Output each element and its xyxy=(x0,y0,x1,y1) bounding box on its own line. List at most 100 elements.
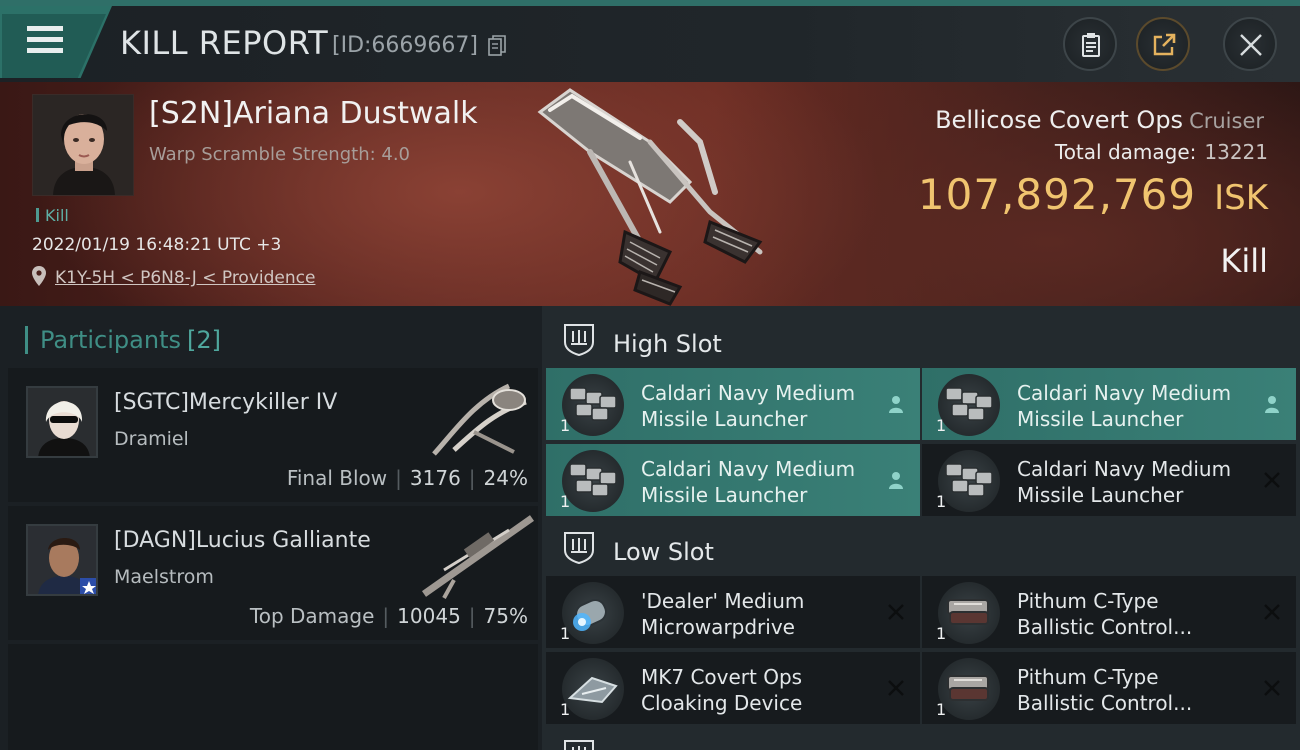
empty-participant-area xyxy=(8,644,538,750)
module-name: Pithum C-Type Ballistic Control... xyxy=(1017,664,1257,716)
fitting-panel: High Slot 1 Caldari Navy Medium Missile … xyxy=(542,306,1300,750)
destroyed-x-icon xyxy=(888,680,904,696)
participants-count: [2] xyxy=(186,326,221,354)
high-slot-label: High Slot xyxy=(613,330,722,358)
destroyed-x-icon xyxy=(1264,472,1280,488)
hamburger-menu-icon[interactable] xyxy=(27,26,63,54)
victim-name[interactable]: [S2N]Ariana Dustwalk xyxy=(149,96,478,131)
module-slot[interactable]: 1 Caldari Navy Medium Missile Launcher xyxy=(546,444,920,516)
module-name-line1: Pithum C-Type xyxy=(1017,665,1159,689)
report-id: [ID:6669667] xyxy=(332,33,478,58)
maelstrom-ship-render xyxy=(421,515,534,599)
close-button[interactable] xyxy=(1223,17,1277,71)
module-quantity: 1 xyxy=(560,624,571,643)
module-name: Caldari Navy Medium Missile Launcher xyxy=(641,380,881,432)
victim-portrait[interactable] xyxy=(32,94,134,196)
total-damage-value: 13221 xyxy=(1204,140,1268,164)
ballistic-control-icon xyxy=(938,582,1000,644)
kill-datetime: 2022/01/19 16:48:21 UTC +3 xyxy=(32,235,282,255)
low-slot-header: Low Slot xyxy=(542,518,1300,576)
module-name: Caldari Navy Medium Missile Launcher xyxy=(1017,456,1257,508)
isk-value: 107,892,769 ISK xyxy=(918,170,1268,219)
participant-avatar xyxy=(26,386,98,458)
isk-unit: ISK xyxy=(1214,178,1268,218)
module-name-line2: Missile Launcher xyxy=(1017,407,1184,431)
module-quantity: 1 xyxy=(936,700,947,719)
module-quantity: 1 xyxy=(560,700,571,719)
victim-avatar xyxy=(33,95,133,195)
module-name: Caldari Navy Medium Missile Launcher xyxy=(1017,380,1257,432)
location-link[interactable]: K1Y-5H < P6N8-J < Providence xyxy=(55,268,315,288)
participants-label: Participants xyxy=(40,326,181,354)
module-slot[interactable]: 1 Caldari Navy Medium Missile Launcher xyxy=(922,444,1296,516)
module-name-line1: Caldari Navy Medium xyxy=(1017,381,1232,405)
module-slot[interactable]: 1 Pithum C-Type Ballistic Control... xyxy=(922,652,1296,724)
module-name-line2: Missile Launcher xyxy=(641,407,808,431)
module-slot[interactable]: 1 MK7 Covert Ops Cloaking Device xyxy=(546,652,920,724)
module-quantity: 1 xyxy=(560,416,571,435)
person-icon xyxy=(1265,396,1279,413)
module-slot[interactable]: 1 Caldari Navy Medium Missile Launcher xyxy=(546,368,920,440)
module-name: 'Dealer' Medium Microwarpdrive xyxy=(641,588,881,640)
destroyed-x-icon xyxy=(888,604,904,620)
module-name-line1: MK7 Covert Ops xyxy=(641,665,803,689)
module-name-line2: Ballistic Control... xyxy=(1017,691,1193,715)
total-damage: Total damage: 13221 xyxy=(1055,140,1268,164)
ballistic-control-icon xyxy=(938,658,1000,720)
module-name-line1: Caldari Navy Medium xyxy=(1017,457,1232,481)
cloaking-device-icon xyxy=(562,658,624,720)
mid-slot-header xyxy=(542,726,1300,750)
isk-amount: 107,892,769 xyxy=(917,170,1197,219)
high-slot-header: High Slot xyxy=(542,310,1300,368)
location-pin-icon xyxy=(32,266,46,286)
clipboard-icon xyxy=(1082,33,1100,57)
missile-launcher-icon xyxy=(938,374,1000,436)
participant-name[interactable]: [SGTC]Mercykiller IV xyxy=(114,390,337,415)
module-name: MK7 Covert Ops Cloaking Device xyxy=(641,664,881,716)
clipboard-button[interactable] xyxy=(1063,17,1117,71)
module-name-line1: Pithum C-Type xyxy=(1017,589,1159,613)
participant-stats: Final Blow | 3176 | 24% xyxy=(286,466,528,490)
copy-icon[interactable] xyxy=(488,35,506,57)
low-slot-label: Low Slot xyxy=(613,538,714,566)
header-accent-line xyxy=(0,0,1300,6)
module-name-line1: Caldari Navy Medium xyxy=(641,381,856,405)
person-icon xyxy=(889,396,903,413)
victim-ship-render[interactable] xyxy=(530,82,780,306)
participant-avatar xyxy=(26,524,98,596)
module-slot[interactable]: 1 Pithum C-Type Ballistic Control... xyxy=(922,576,1296,648)
missile-launcher-icon xyxy=(562,374,624,436)
module-name: Caldari Navy Medium Missile Launcher xyxy=(641,456,881,508)
module-quantity: 1 xyxy=(936,624,947,643)
participant-row[interactable]: [DAGN]Lucius Galliante Maelstrom Top Dam… xyxy=(8,506,538,640)
total-damage-label: Total damage: xyxy=(1054,140,1197,164)
module-name-line2: Missile Launcher xyxy=(641,483,808,507)
module-name-line2: Ballistic Control... xyxy=(1017,615,1193,639)
low-slot-icon xyxy=(564,532,594,564)
share-button[interactable] xyxy=(1136,17,1190,71)
high-slot-icon xyxy=(564,324,594,356)
kill-result: Kill xyxy=(1220,242,1268,280)
module-name-line2: Cloaking Device xyxy=(641,691,803,715)
participant-row[interactable]: [SGTC]Mercykiller IV Dramiel Final Blow |… xyxy=(8,368,538,502)
participant-ship: Dramiel xyxy=(114,428,189,450)
victim-ship-name[interactable]: Bellicose Covert Ops Cruiser xyxy=(935,106,1264,134)
dramiel-ship-render xyxy=(432,383,527,456)
ship-class: Cruiser xyxy=(1189,109,1264,133)
participant-stats: Top Damage | 10045 | 75% xyxy=(249,604,528,628)
microwarpdrive-icon xyxy=(562,582,624,644)
participant-name[interactable]: [DAGN]Lucius Galliante xyxy=(114,528,371,553)
module-name-line1: Caldari Navy Medium xyxy=(641,457,856,481)
share-icon xyxy=(1153,33,1176,56)
module-slot[interactable]: 1 'Dealer' Medium Microwarpdrive xyxy=(546,576,920,648)
page-title: KILL REPORT xyxy=(120,24,329,62)
warp-scramble-strength: Warp Scramble Strength: 4.0 xyxy=(149,144,411,165)
module-name-line2: Microwarpdrive xyxy=(641,615,795,639)
module-quantity: 1 xyxy=(936,416,947,435)
person-icon xyxy=(889,472,903,489)
ship-type-name: Bellicose Covert Ops xyxy=(935,106,1184,134)
module-slot[interactable]: 1 Caldari Navy Medium Missile Launcher xyxy=(922,368,1296,440)
kill-type-tag: Kill xyxy=(36,206,69,225)
participant-damage: 3176 xyxy=(409,466,461,490)
participants-header: Participants [2] xyxy=(25,326,221,354)
